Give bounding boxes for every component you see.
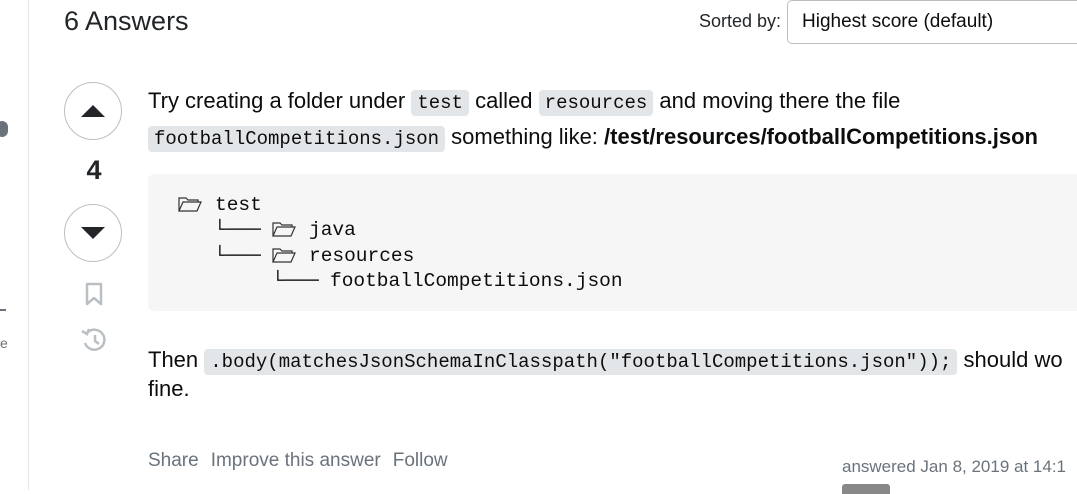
answer-body: Try creating a folder under test called …: [148, 84, 1077, 156]
bookmark-button[interactable]: [80, 280, 108, 308]
answer-paragraph-2: Then .body(matchesJsonSchemaInClasspath(…: [148, 343, 1063, 379]
answer-text: Then: [148, 347, 199, 372]
tree-root: test: [215, 194, 262, 216]
folder-icon: [272, 248, 296, 263]
answer-paragraph-continued: footballCompetitions.json something like…: [148, 120, 1077, 156]
tree-connector: └───: [214, 245, 261, 267]
share-link[interactable]: Share: [148, 450, 199, 472]
arrow-up-icon: [81, 105, 105, 117]
inline-code: footballCompetitions.json: [148, 126, 446, 152]
answers-count-heading: 6 Answers: [64, 6, 189, 36]
arrow-down-icon: [81, 227, 105, 239]
inline-code: resources: [538, 90, 654, 116]
sidebar-indicator: [0, 121, 8, 137]
folder-icon: [272, 222, 296, 237]
improve-answer-link[interactable]: Improve this answer: [211, 450, 381, 472]
inline-code: test: [411, 90, 469, 116]
follow-link[interactable]: Follow: [393, 450, 448, 472]
left-sidebar: e: [0, 0, 29, 490]
sort-label: Sorted by:: [699, 11, 782, 31]
code-block: test └─── java └─── resources └─── footb…: [148, 174, 1077, 311]
inline-code: .body(matchesJsonSchemaInClasspath("foot…: [204, 349, 958, 375]
answer-text: Try creating a folder under: [148, 88, 406, 113]
bookmark-icon: [85, 282, 103, 306]
answer-text: called: [475, 88, 533, 113]
activity-history-button[interactable]: [80, 326, 108, 354]
history-icon: [81, 328, 106, 351]
answer-text: and moving there the file: [659, 88, 901, 113]
sort-select[interactable]: Highest score (default): [787, 0, 1077, 44]
tree-folder-java: java: [309, 219, 356, 241]
answer-paragraph-2-end: fine.: [148, 376, 190, 401]
tree-folder-resources: resources: [309, 245, 415, 267]
vote-count: 4: [86, 155, 102, 185]
tree-file: footballCompetitions.json: [330, 270, 623, 292]
post-menu: Share Improve this answer Follow: [148, 450, 448, 472]
tree-connector: └───: [214, 219, 261, 241]
avatar[interactable]: [842, 484, 890, 494]
folder-icon: [178, 197, 202, 212]
sidebar-divider: [0, 309, 6, 311]
answer-paragraph: Try creating a folder under test called …: [148, 84, 1077, 120]
answer-text: should wo: [963, 347, 1063, 372]
answered-timestamp: answered Jan 8, 2019 at 14:1: [842, 457, 1066, 476]
upvote-button[interactable]: [64, 82, 122, 140]
tree-connector: └───: [272, 270, 319, 292]
answer-text: something like:: [451, 124, 598, 149]
downvote-button[interactable]: [64, 204, 122, 262]
sidebar-text-fragment: e: [0, 335, 8, 351]
bold-path: /test/resources/footballCompetitions.jso…: [604, 124, 1038, 149]
